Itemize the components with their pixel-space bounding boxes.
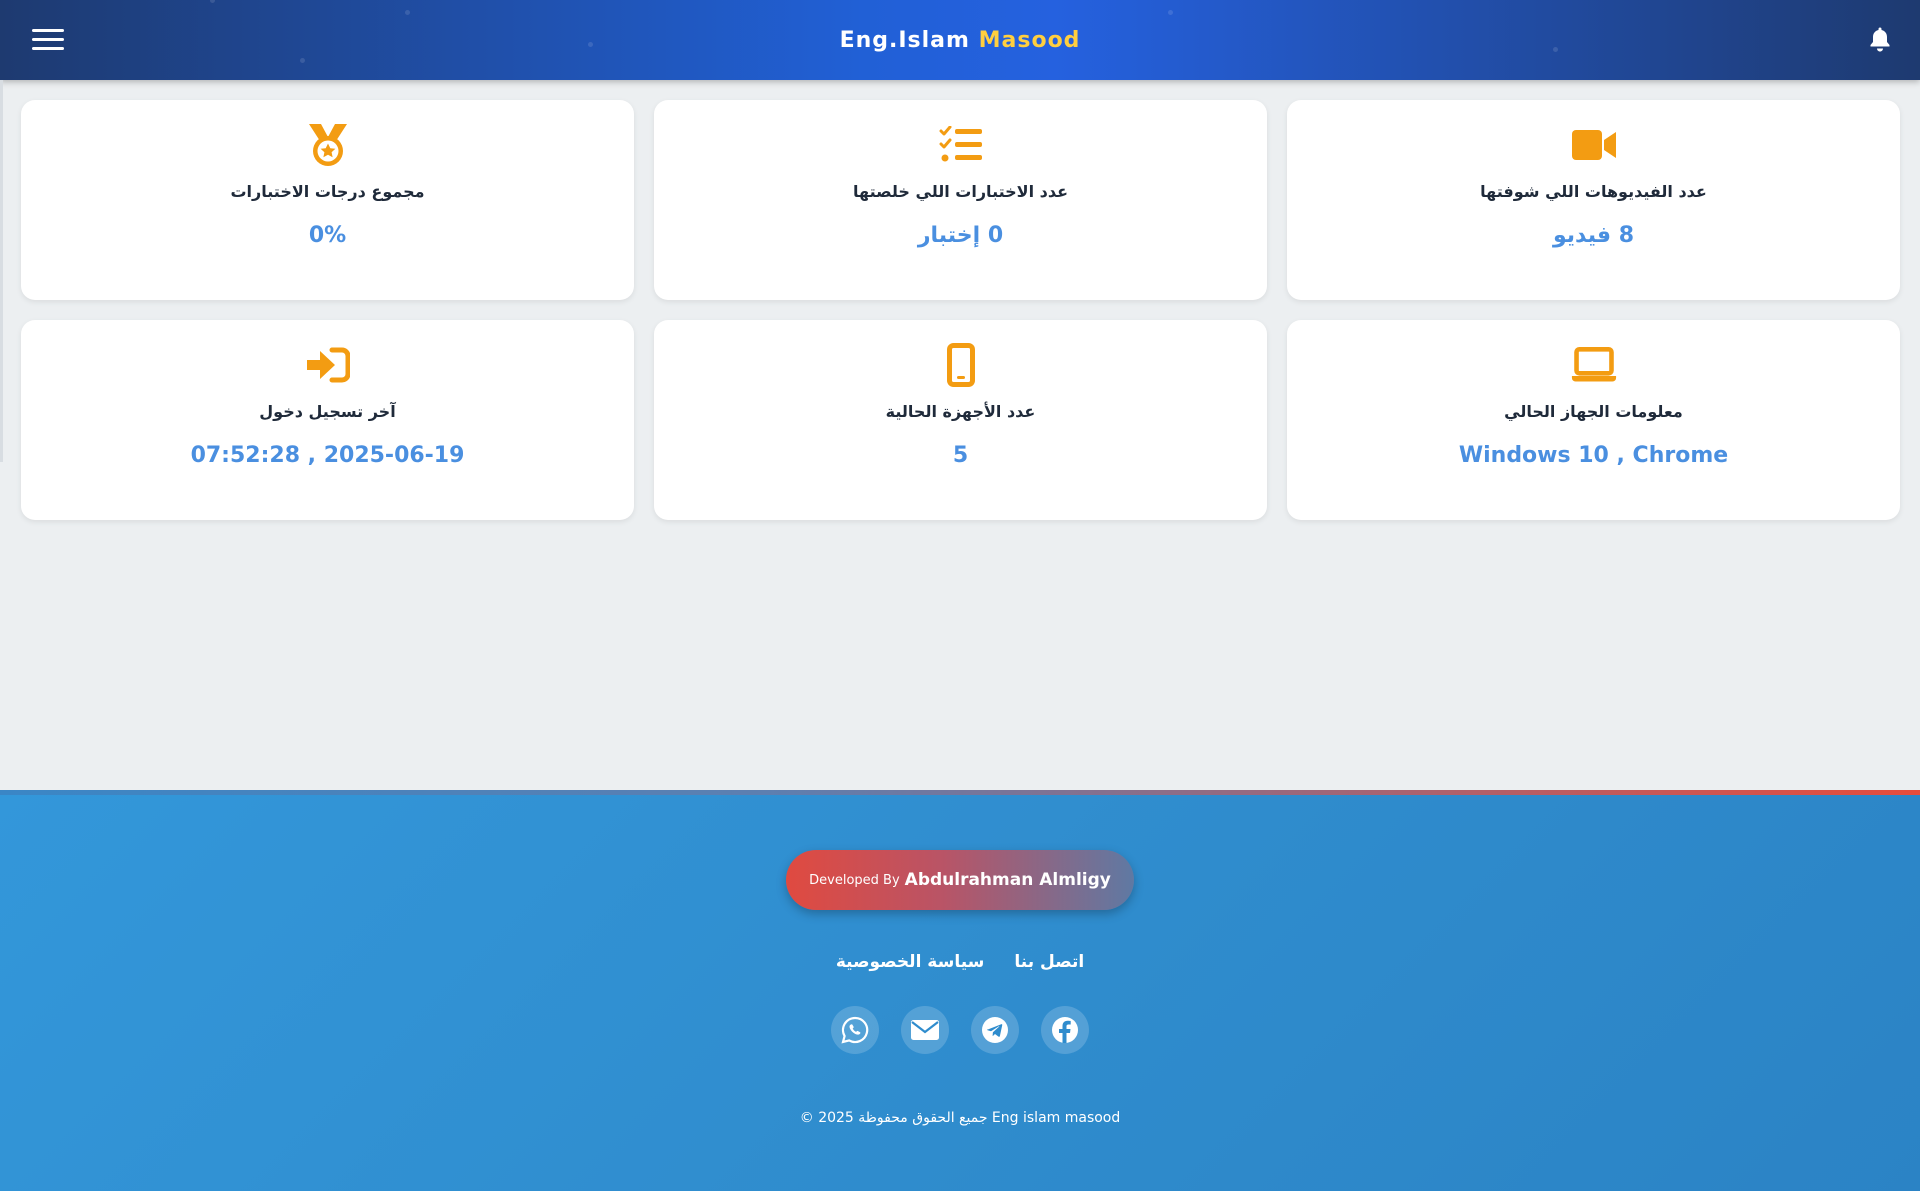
stat-card-videos: عدد الفيديوهات اللي شوفتها 8 فيديو (1287, 100, 1900, 300)
whatsapp-link[interactable] (831, 1006, 879, 1054)
decorative-dot (405, 10, 410, 15)
site-brand[interactable]: Eng.Islam Masood (840, 28, 1081, 53)
stat-value: 5 (952, 443, 969, 468)
stat-label: معلومات الجهاز الحالي (1504, 402, 1683, 421)
stat-value: Windows 10 , Chrome (1458, 443, 1729, 468)
developer-credit-badge[interactable]: Developed By Abdulrahman Almligy (786, 850, 1134, 910)
stat-value: 0% (308, 223, 347, 248)
privacy-policy-link[interactable]: سياسة الخصوصية (836, 952, 985, 972)
social-links (0, 1006, 1920, 1054)
developer-name: Abdulrahman Almligy (904, 870, 1111, 890)
stat-card-scores: مجموع درجات الاختبارات 0% (21, 100, 634, 300)
stat-card-devices-count: عدد الأجهزة الحالية 5 (654, 320, 1267, 520)
decorative-dot (1553, 47, 1558, 52)
developed-by-text: Developed By (809, 872, 900, 888)
notifications-button[interactable] (1868, 26, 1892, 52)
stats-grid: عدد الفيديوهات اللي شوفتها 8 فيديو عدد ا… (20, 100, 1900, 520)
stat-value: 2025-06-19 , 07:52:28 (190, 443, 465, 468)
decorative-dot (300, 58, 305, 63)
bell-icon (1870, 27, 1890, 52)
stat-label: مجموع درجات الاختبارات (230, 182, 425, 201)
mobile-phone-icon (938, 342, 984, 388)
stat-label: عدد الأجهزة الحالية (885, 402, 1036, 421)
footer-top-border (0, 790, 1920, 795)
hamburger-icon (32, 29, 64, 32)
top-navbar: Eng.Islam Masood (0, 0, 1920, 80)
side-edge (0, 80, 3, 462)
decorative-dot (588, 42, 593, 47)
telegram-link[interactable] (971, 1006, 1019, 1054)
stat-card-last-login: آخر تسجيل دخول 2025-06-19 , 07:52:28 (21, 320, 634, 520)
sign-in-icon (305, 342, 351, 388)
contact-us-link[interactable]: اتصل بنا (1014, 952, 1084, 972)
stat-value: 0 إختبار (917, 223, 1004, 248)
brand-prefix: Eng.Islam (839, 27, 970, 53)
stat-card-device-info: معلومات الجهاز الحالي Windows 10 , Chrom… (1287, 320, 1900, 520)
whatsapp-icon (841, 1016, 869, 1044)
brand-accent: Masood (978, 27, 1081, 53)
facebook-icon (1052, 1017, 1078, 1043)
email-icon (911, 1020, 939, 1040)
stat-label: آخر تسجيل دخول (259, 402, 396, 421)
video-camera-icon (1571, 122, 1617, 168)
checklist-icon (938, 122, 984, 168)
menu-toggle-button[interactable] (32, 27, 66, 53)
stat-label: عدد الاختبارات اللي خلصتها (853, 182, 1069, 201)
stat-value: 8 فيديو (1552, 223, 1635, 248)
telegram-icon (982, 1017, 1008, 1043)
decorative-dot (1168, 10, 1173, 15)
footer-links: اتصل بنا سياسة الخصوصية (0, 952, 1920, 972)
email-link[interactable] (901, 1006, 949, 1054)
laptop-icon (1571, 342, 1617, 388)
facebook-link[interactable] (1041, 1006, 1089, 1054)
copyright-text: © جميع الحقوق محفوظة 2025 Eng islam maso… (799, 1110, 1121, 1126)
stat-label: عدد الفيديوهات اللي شوفتها (1480, 182, 1707, 201)
site-footer: Developed By Abdulrahman Almligy اتصل بن… (0, 790, 1920, 1191)
stat-card-quizzes: عدد الاختبارات اللي خلصتها 0 إختبار (654, 100, 1267, 300)
decorative-dot (210, 0, 215, 3)
medal-icon (305, 122, 351, 168)
